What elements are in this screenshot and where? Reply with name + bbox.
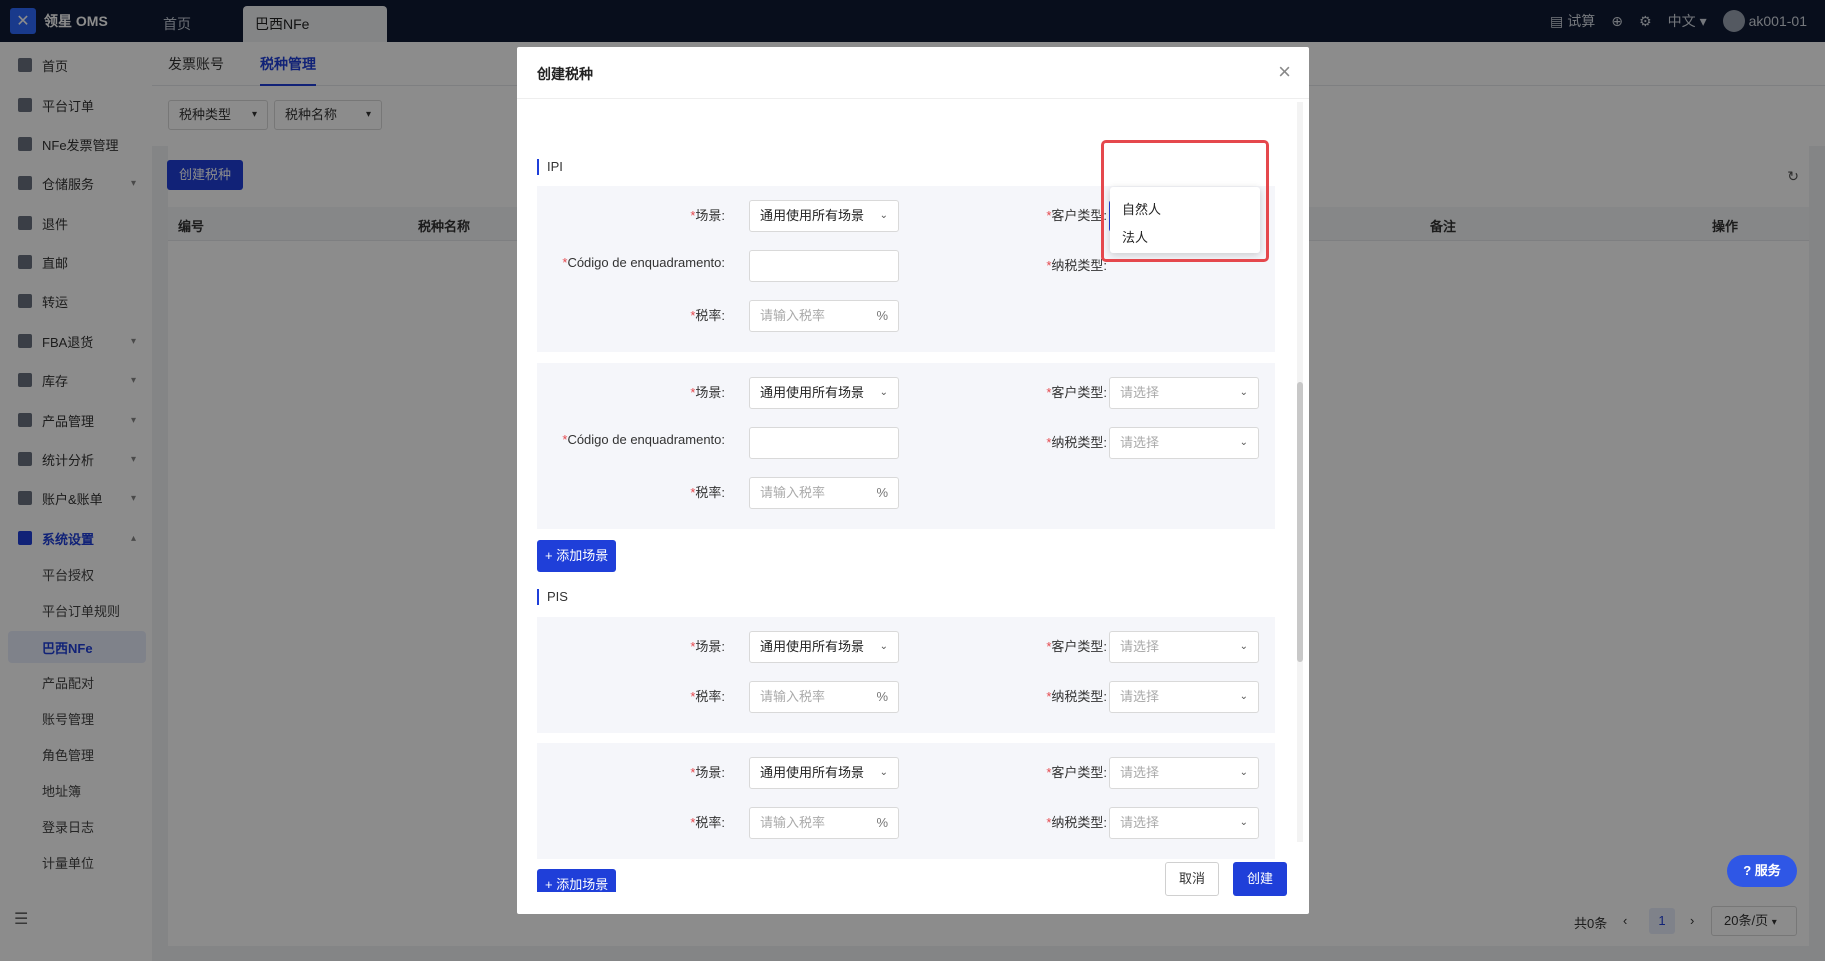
customer-type-select[interactable]: 请选择 ⌄ xyxy=(1109,377,1259,409)
percent-suffix: % xyxy=(876,308,888,323)
chevron-down-icon: ⌄ xyxy=(879,210,888,221)
code-input[interactable] xyxy=(749,250,899,282)
tax-payer-type-select[interactable]: 请选择 ⌄ xyxy=(1109,807,1259,839)
scene-label: *场景: xyxy=(690,208,725,223)
tax-payer-type-label: *纳税类型: xyxy=(1046,689,1107,704)
scene-block: *场景: 通用使用所有场景 ⌄ *客户类型: 请选择 ⌄ *税率: 请输入税率% *… xyxy=(537,617,1275,733)
customer-type-label: *客户类型: xyxy=(1046,208,1107,223)
rate-input[interactable]: 请输入税率% xyxy=(749,681,899,713)
service-label: 服务 xyxy=(1754,863,1781,878)
tax-payer-type-label: *纳税类型: xyxy=(1046,815,1107,830)
help-icon: ? xyxy=(1743,863,1755,878)
add-scene-button[interactable]: + 添加场景 xyxy=(537,540,617,572)
chevron-down-icon: ⌄ xyxy=(1239,437,1248,448)
section-label-pis: PIS xyxy=(537,589,568,605)
add-scene-label: 添加场景 xyxy=(556,877,609,892)
rate-label: *税率: xyxy=(690,308,725,323)
rate-input[interactable]: 请输入税率% xyxy=(749,807,899,839)
scene-select-value: 通用使用所有场景 xyxy=(760,765,865,780)
plus-icon: + xyxy=(545,548,557,563)
customer-type-select[interactable]: 请选择 ⌄ xyxy=(1109,631,1259,663)
tax-payer-type-label: *纳税类型: xyxy=(1046,435,1107,450)
chevron-down-icon: ⌄ xyxy=(1239,387,1248,398)
chevron-down-icon: ⌄ xyxy=(1239,817,1248,828)
scene-select[interactable]: 通用使用所有场景 ⌄ xyxy=(749,757,899,789)
chevron-down-icon: ⌄ xyxy=(879,387,888,398)
scene-select[interactable]: 通用使用所有场景 ⌄ xyxy=(749,631,899,663)
customer-type-label: *客户类型: xyxy=(1046,765,1107,780)
add-scene-button[interactable]: + 添加场景 xyxy=(537,869,617,892)
rate-placeholder: 请输入税率 xyxy=(760,308,826,323)
rate-label: *税率: xyxy=(690,815,725,830)
customer-type-label: *客户类型: xyxy=(1046,639,1107,654)
tax-payer-type-placeholder: 请选择 xyxy=(1120,435,1160,450)
add-scene-label: 添加场景 xyxy=(556,548,609,563)
chevron-down-icon: ⌄ xyxy=(1239,641,1248,652)
tax-payer-type-placeholder: 请选择 xyxy=(1120,689,1160,704)
scene-label: *场景: xyxy=(690,765,725,780)
tax-payer-type-label: *纳税类型: xyxy=(1046,258,1107,273)
close-icon[interactable]: × xyxy=(1278,59,1291,85)
tax-payer-type-select[interactable]: 请选择 ⌄ xyxy=(1109,681,1259,713)
rate-label: *税率: xyxy=(690,689,725,704)
customer-type-label: *客户类型: xyxy=(1046,385,1107,400)
rate-input[interactable]: 请输入税率% xyxy=(749,300,899,332)
chevron-down-icon: ⌄ xyxy=(1239,691,1248,702)
tax-payer-type-select[interactable]: 请选择 ⌄ xyxy=(1109,427,1259,459)
dialog-title: 创建税种 xyxy=(537,66,593,82)
code-input[interactable] xyxy=(749,427,899,459)
customer-type-placeholder: 请选择 xyxy=(1120,385,1160,400)
chevron-down-icon: ⌄ xyxy=(879,641,888,652)
percent-suffix: % xyxy=(876,689,888,704)
scene-select[interactable]: 通用使用所有场景 ⌄ xyxy=(749,377,899,409)
scene-label: *场景: xyxy=(690,385,725,400)
cancel-button[interactable]: 取消 xyxy=(1165,862,1219,896)
dialog-scrollbar[interactable] xyxy=(1297,102,1303,842)
plus-icon: + xyxy=(545,877,557,892)
customer-type-placeholder: 请选择 xyxy=(1120,765,1160,780)
scene-block: *场景: 通用使用所有场景 ⌄ *客户类型: 请选择 ⌄ *Código de en… xyxy=(537,363,1275,529)
scene-select-value: 通用使用所有场景 xyxy=(760,385,865,400)
code-label: *Código de enquadramento: xyxy=(562,255,725,270)
tax-payer-type-placeholder: 请选择 xyxy=(1120,815,1160,830)
scene-block: *场景: 通用使用所有场景 ⌄ *客户类型: 请选择 ⌄ *税率: 请输入税率% *… xyxy=(537,743,1275,859)
scene-label: *场景: xyxy=(690,639,725,654)
rate-placeholder: 请输入税率 xyxy=(760,815,826,830)
rate-label: *税率: xyxy=(690,485,725,500)
rate-placeholder: 请输入税率 xyxy=(760,689,826,704)
service-button[interactable]: ? 服务 xyxy=(1727,855,1797,887)
highlight-box xyxy=(1101,140,1269,262)
chevron-down-icon: ⌄ xyxy=(879,767,888,778)
percent-suffix: % xyxy=(876,815,888,830)
chevron-down-icon: ⌄ xyxy=(1239,767,1248,778)
code-label: *Código de enquadramento: xyxy=(562,432,725,447)
scrollbar-thumb[interactable] xyxy=(1297,382,1303,662)
percent-suffix: % xyxy=(876,485,888,500)
scene-select-value: 通用使用所有场景 xyxy=(760,208,865,223)
scene-select[interactable]: 通用使用所有场景 ⌄ xyxy=(749,200,899,232)
section-label-ipi: IPI xyxy=(537,159,563,175)
rate-input[interactable]: 请输入税率% xyxy=(749,477,899,509)
dialog-header: 创建税种 × xyxy=(517,47,1309,99)
customer-type-select[interactable]: 请选择 ⌄ xyxy=(1109,757,1259,789)
customer-type-placeholder: 请选择 xyxy=(1120,639,1160,654)
rate-placeholder: 请输入税率 xyxy=(760,485,826,500)
submit-button[interactable]: 创建 xyxy=(1233,862,1287,896)
scene-select-value: 通用使用所有场景 xyxy=(760,639,865,654)
